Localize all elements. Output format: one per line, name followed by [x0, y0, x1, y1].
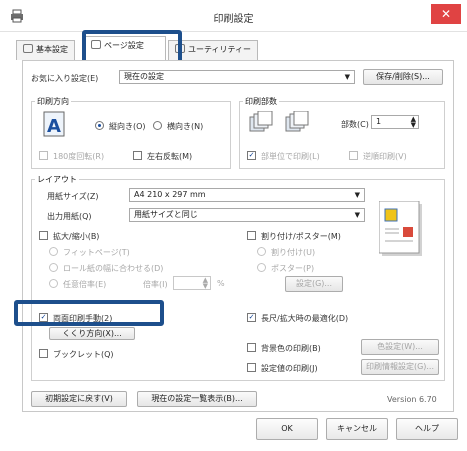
multipage-label: 割り付け/ポスター(M)	[261, 232, 341, 241]
longest-edge-label: 長尺/拡大時の最適化(D)	[261, 314, 349, 323]
tab-main-label: 基本設定	[36, 45, 68, 54]
chevron-down-icon: ▼	[344, 73, 350, 81]
booklet-label: ブックレット(Q)	[53, 350, 114, 359]
copies-value: 1	[376, 117, 382, 126]
collate-label: 部単位で印刷(L)	[261, 152, 320, 161]
paper-size-label: 用紙サイズ(Z)	[47, 192, 99, 201]
copies-stepper[interactable]: 1 ▲ ▼	[371, 115, 419, 129]
rotate-180-label: 180度回転(R)	[53, 152, 105, 161]
help-button[interactable]: ヘルプ	[396, 418, 458, 440]
nup-label: 割り付け(U)	[271, 248, 316, 257]
multipage-settings-button[interactable]: 設定(G)...	[285, 276, 343, 292]
fit-page-label: フィットページ(T)	[63, 248, 130, 257]
stepper-arrows-icon[interactable]: ▲ ▼	[203, 277, 208, 290]
custom-zoom-label: 任意倍率(E)	[63, 280, 107, 289]
save-delete-button[interactable]: 保存/削除(S)...	[363, 69, 443, 85]
version-text: Version 6.70	[387, 395, 437, 404]
duplex-highlight-frame	[14, 300, 164, 326]
page-preview-icon	[379, 201, 422, 256]
print-info-settings-button[interactable]: 印刷情報設定(G)...	[361, 359, 439, 375]
output-paper-select[interactable]: 用紙サイズと同じ ▼	[129, 208, 365, 222]
poster-radio[interactable]	[257, 263, 266, 272]
background-color-checkbox[interactable]	[247, 343, 256, 352]
layout-title: レイアウト	[35, 174, 79, 185]
window-title: 印刷設定	[213, 14, 254, 25]
longest-edge-checkbox[interactable]: ✓	[247, 313, 256, 322]
print-info-label: 設定値の印刷(J)	[261, 364, 318, 373]
multipage-checkbox[interactable]	[247, 231, 256, 240]
svg-text:A: A	[47, 116, 61, 137]
paper-size-value: A4 210 x 297 mm	[134, 190, 206, 199]
output-paper-value: 用紙サイズと同じ	[134, 210, 198, 219]
print-info-checkbox[interactable]	[247, 363, 256, 372]
preset-value: 現在の設定	[124, 72, 164, 81]
rotate-180-checkbox[interactable]	[39, 151, 48, 160]
ok-button[interactable]: OK	[256, 418, 318, 440]
fit-page-radio[interactable]	[49, 247, 58, 256]
color-settings-button[interactable]: 色設定(W)...	[361, 339, 439, 355]
zoom-checkbox[interactable]	[39, 231, 48, 240]
poster-label: ポスター(P)	[271, 264, 315, 273]
cancel-button[interactable]: キャンセル	[326, 418, 388, 440]
orientation-title: 印刷方向	[35, 96, 71, 107]
background-color-label: 背景色の印刷(B)	[261, 344, 321, 353]
copies-label: 部数(C)	[341, 120, 369, 129]
booklet-checkbox[interactable]	[39, 349, 48, 358]
portrait-radio[interactable]	[95, 121, 104, 130]
show-settings-button[interactable]: 現在の設定一覧表示(B)...	[137, 391, 257, 407]
fit-roll-radio[interactable]	[49, 263, 58, 272]
chevron-down-icon: ▼	[354, 191, 360, 199]
close-button[interactable]: ✕	[431, 4, 461, 24]
reverse-order-checkbox[interactable]	[349, 151, 358, 160]
preset-label: お気に入り設定(E)	[31, 74, 99, 83]
title-bar: 印刷設定 ✕	[0, 0, 467, 32]
zoom-unit: %	[217, 279, 225, 288]
mirror-checkbox[interactable]	[133, 151, 142, 160]
tab-utility-label: ユーティリティー	[188, 45, 252, 54]
stacked-pages-icon	[249, 111, 273, 132]
main-tab-icon	[23, 44, 33, 53]
restore-defaults-button[interactable]: 初期設定に戻す(V)	[31, 391, 127, 407]
paper-size-select[interactable]: A4 210 x 297 mm ▼	[129, 188, 365, 202]
chevron-down-icon: ▼	[354, 211, 360, 219]
landscape-radio[interactable]	[153, 121, 162, 130]
reverse-order-label: 逆順印刷(V)	[363, 152, 407, 161]
fit-roll-label: ロール紙の幅に合わせる(D)	[63, 264, 164, 273]
custom-zoom-radio[interactable]	[49, 279, 58, 288]
landscape-label: 横向き(N)	[167, 122, 204, 131]
binding-settings-button[interactable]: くくり方向(X)...	[49, 327, 135, 340]
collate-checkbox[interactable]: ✓	[247, 151, 256, 160]
collated-pages-icon	[285, 111, 309, 132]
zoom-ratio-label: 倍率(I)	[143, 280, 168, 289]
mirror-label: 左右反転(M)	[147, 152, 193, 161]
preset-select[interactable]: 現在の設定 ▼	[119, 70, 355, 84]
tab-main[interactable]: 基本設定	[16, 40, 75, 60]
portrait-label: 縦向き(O)	[109, 122, 146, 131]
zoom-ratio-stepper[interactable]: ▲ ▼	[173, 276, 211, 290]
stepper-arrows-icon[interactable]: ▲ ▼	[411, 116, 416, 129]
nup-radio[interactable]	[257, 247, 266, 256]
zoom-label: 拡大/縮小(B)	[53, 232, 100, 241]
output-paper-label: 出力用紙(Q)	[47, 212, 92, 221]
page-setup-panel: お気に入り設定(E) 現在の設定 ▼ 保存/削除(S)... 印刷方向 A 縦向…	[22, 60, 454, 412]
copies-title: 印刷部数	[243, 96, 279, 107]
portrait-preview-icon: A	[43, 111, 65, 137]
